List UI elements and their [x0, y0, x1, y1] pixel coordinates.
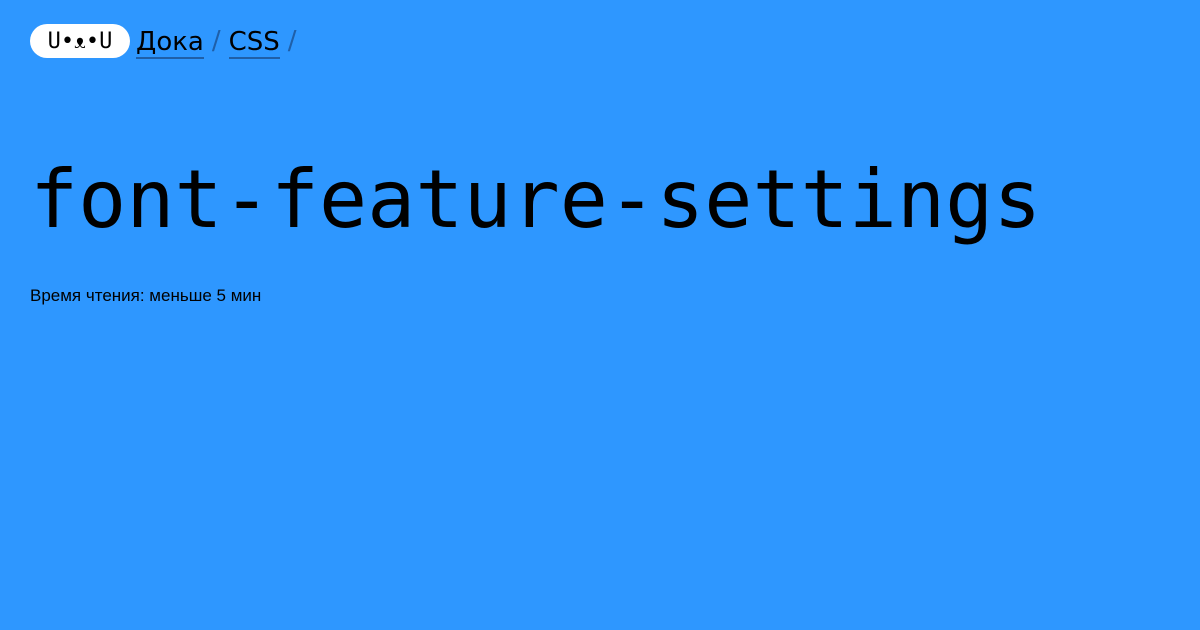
breadcrumb-separator: / — [211, 26, 221, 56]
breadcrumb-item-doka[interactable]: Дока — [136, 27, 204, 59]
breadcrumb: Дока / CSS / — [136, 23, 305, 59]
breadcrumb-item-css[interactable]: CSS — [228, 27, 280, 59]
page: { "colors": { "background": "#2e97ff", "… — [0, 0, 1200, 630]
logo[interactable]: U•ᴥ•U — [30, 24, 130, 58]
page-title: font-feature-settings — [30, 153, 1042, 246]
site-header: U•ᴥ•U Дока / CSS / — [30, 22, 305, 60]
reading-time: Время чтения: меньше 5 мин — [30, 286, 262, 305]
breadcrumb-separator: / — [287, 26, 297, 56]
